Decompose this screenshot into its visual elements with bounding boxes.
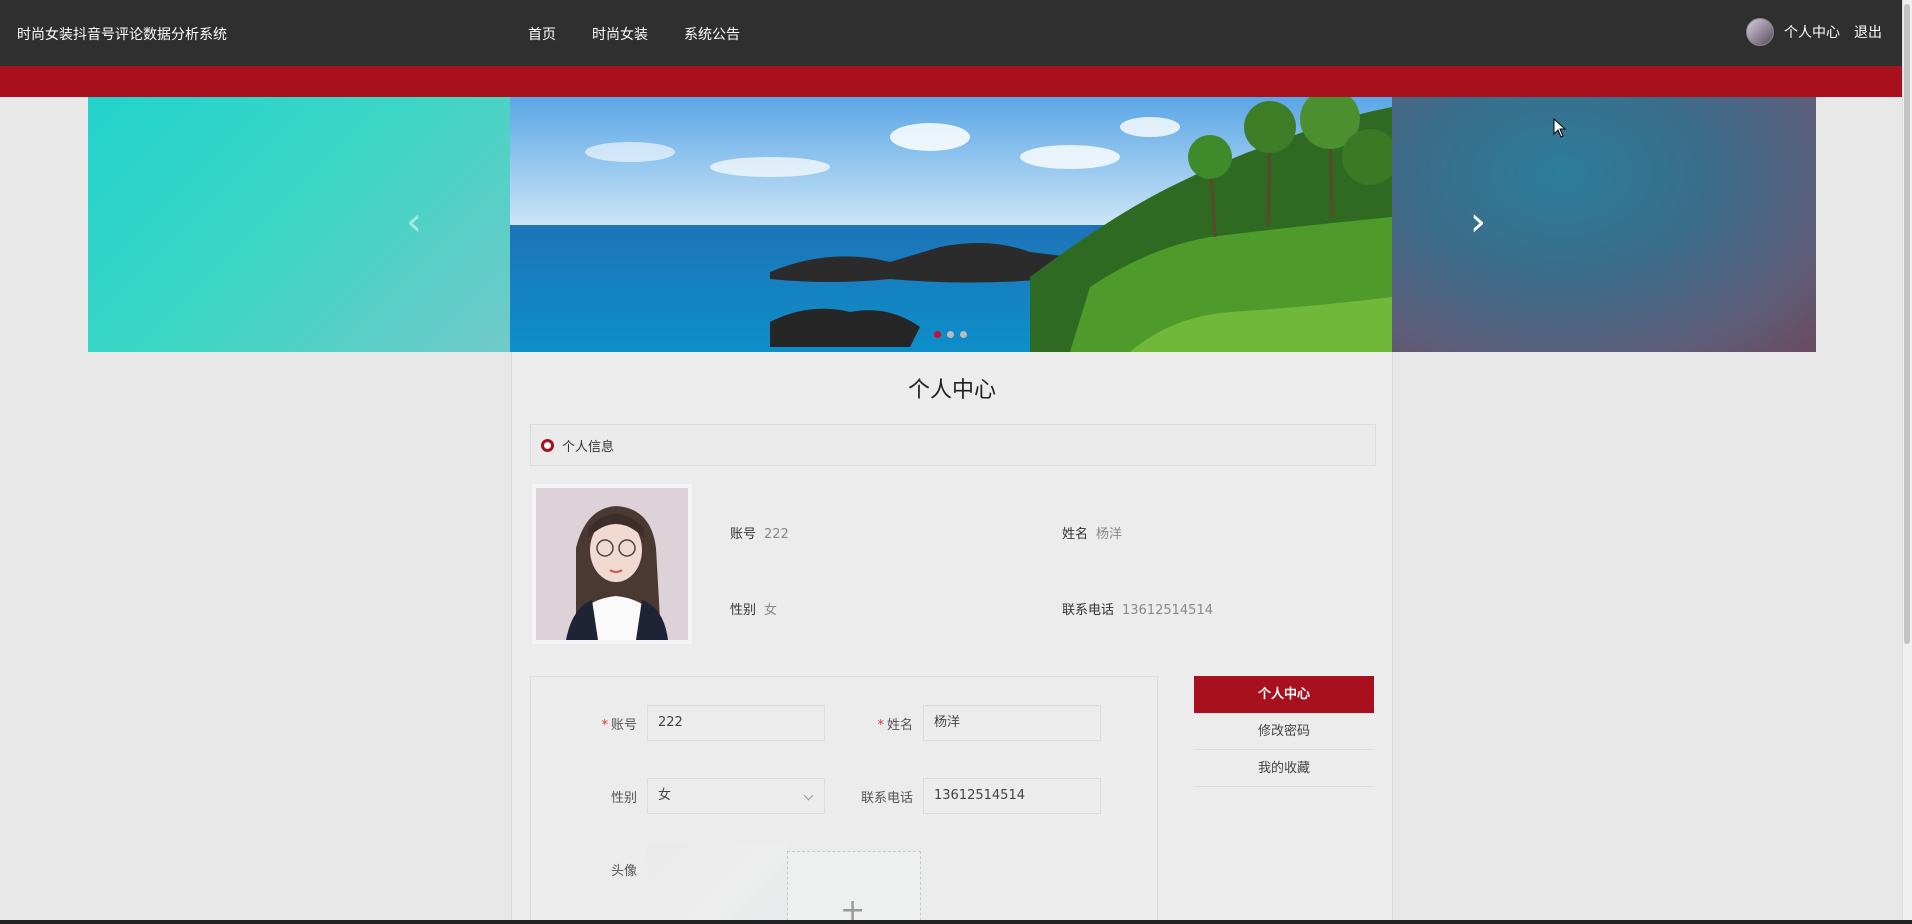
- site-title: 时尚女装抖音号评论数据分析系统: [17, 27, 227, 43]
- info-account-value: 222: [764, 527, 789, 542]
- profile-edit-form: * 账号 222 * 姓名 杨洋 性别 女 联系电话 13612514514 头像 …: [530, 676, 1158, 924]
- avatar[interactable]: [1746, 18, 1774, 46]
- info-phone: 联系电话 13612514514: [1062, 599, 1213, 618]
- chevron-left-icon[interactable]: ‹: [406, 202, 422, 242]
- mouse-cursor-icon: [1553, 118, 1567, 138]
- form-avatar-label: 头像: [610, 864, 637, 879]
- info-gender-label: 性别: [730, 603, 757, 618]
- radio-dot-icon: [541, 438, 554, 452]
- user-center-link[interactable]: 个人中心: [1784, 22, 1840, 42]
- red-accent-bar: [0, 66, 1902, 97]
- carousel-slide-active[interactable]: [510, 97, 1392, 352]
- logout-link[interactable]: 退出: [1854, 22, 1882, 42]
- info-account: 账号 222: [730, 523, 789, 542]
- carousel-slide-prev[interactable]: [88, 97, 510, 352]
- bottom-edge: [0, 920, 1912, 924]
- carousel-indicators: [934, 331, 967, 338]
- info-phone-label: 联系电话: [1062, 603, 1115, 618]
- seaside-landscape-image: [510, 97, 1392, 352]
- side-menu-user-center[interactable]: 个人中心: [1194, 676, 1374, 713]
- gender-select-value: 女: [658, 788, 672, 803]
- nav-home[interactable]: 首页: [528, 24, 556, 44]
- form-gender-label: 性别: [610, 791, 637, 806]
- carousel-slide-next[interactable]: [1392, 97, 1816, 352]
- form-account-label: * 账号: [601, 718, 637, 733]
- user-portrait-image: [536, 488, 688, 640]
- chevron-right-icon[interactable]: ›: [1470, 202, 1486, 242]
- top-navbar: 时尚女装抖音号评论数据分析系统 首页 时尚女装 系统公告 个人中心 退出: [0, 0, 1902, 66]
- avatar-preview-area: [647, 843, 787, 924]
- info-name: 姓名 杨洋: [1062, 523, 1122, 542]
- avatar-upload-button[interactable]: +: [787, 851, 921, 924]
- scrollbar-thumb[interactable]: [1904, 4, 1910, 644]
- carousel-dot[interactable]: [934, 331, 941, 338]
- info-name-value: 杨洋: [1096, 527, 1123, 542]
- section-header: 个人信息: [530, 424, 1376, 466]
- info-name-label: 姓名: [1062, 527, 1089, 542]
- vertical-scrollbar[interactable]: [1902, 0, 1912, 924]
- page-title: 个人中心: [907, 378, 996, 403]
- info-phone-value: 13612514514: [1122, 603, 1213, 618]
- info-gender: 性别女: [730, 599, 777, 618]
- info-gender-value: 女: [764, 603, 778, 618]
- name-field[interactable]: 杨洋: [923, 705, 1101, 741]
- side-menu-favorites[interactable]: 我的收藏: [1194, 750, 1374, 787]
- user-area: 个人中心 退出: [1746, 18, 1882, 46]
- nav-announcements[interactable]: 系统公告: [684, 24, 740, 44]
- account-field[interactable]: 222: [647, 705, 825, 741]
- carousel-dot[interactable]: [960, 331, 967, 338]
- profile-photo: [532, 484, 692, 644]
- main-nav: 首页 时尚女装 系统公告: [528, 24, 740, 44]
- nav-fashion[interactable]: 时尚女装: [592, 24, 648, 44]
- info-account-label: 账号: [730, 527, 757, 542]
- phone-field[interactable]: 13612514514: [923, 778, 1101, 814]
- side-menu: 个人中心 修改密码 我的收藏: [1194, 676, 1374, 787]
- form-phone-label: 联系电话: [860, 791, 913, 806]
- gender-select[interactable]: 女: [647, 778, 825, 814]
- form-name-label: * 姓名: [877, 718, 913, 733]
- side-menu-change-password[interactable]: 修改密码: [1194, 713, 1374, 750]
- profile-panel: 个人中心 个人信息 账号 222 姓名 杨洋 性别女 联系电话 13612514514: [511, 352, 1393, 924]
- section-title: 个人信息: [562, 439, 615, 455]
- carousel-dot[interactable]: [947, 331, 954, 338]
